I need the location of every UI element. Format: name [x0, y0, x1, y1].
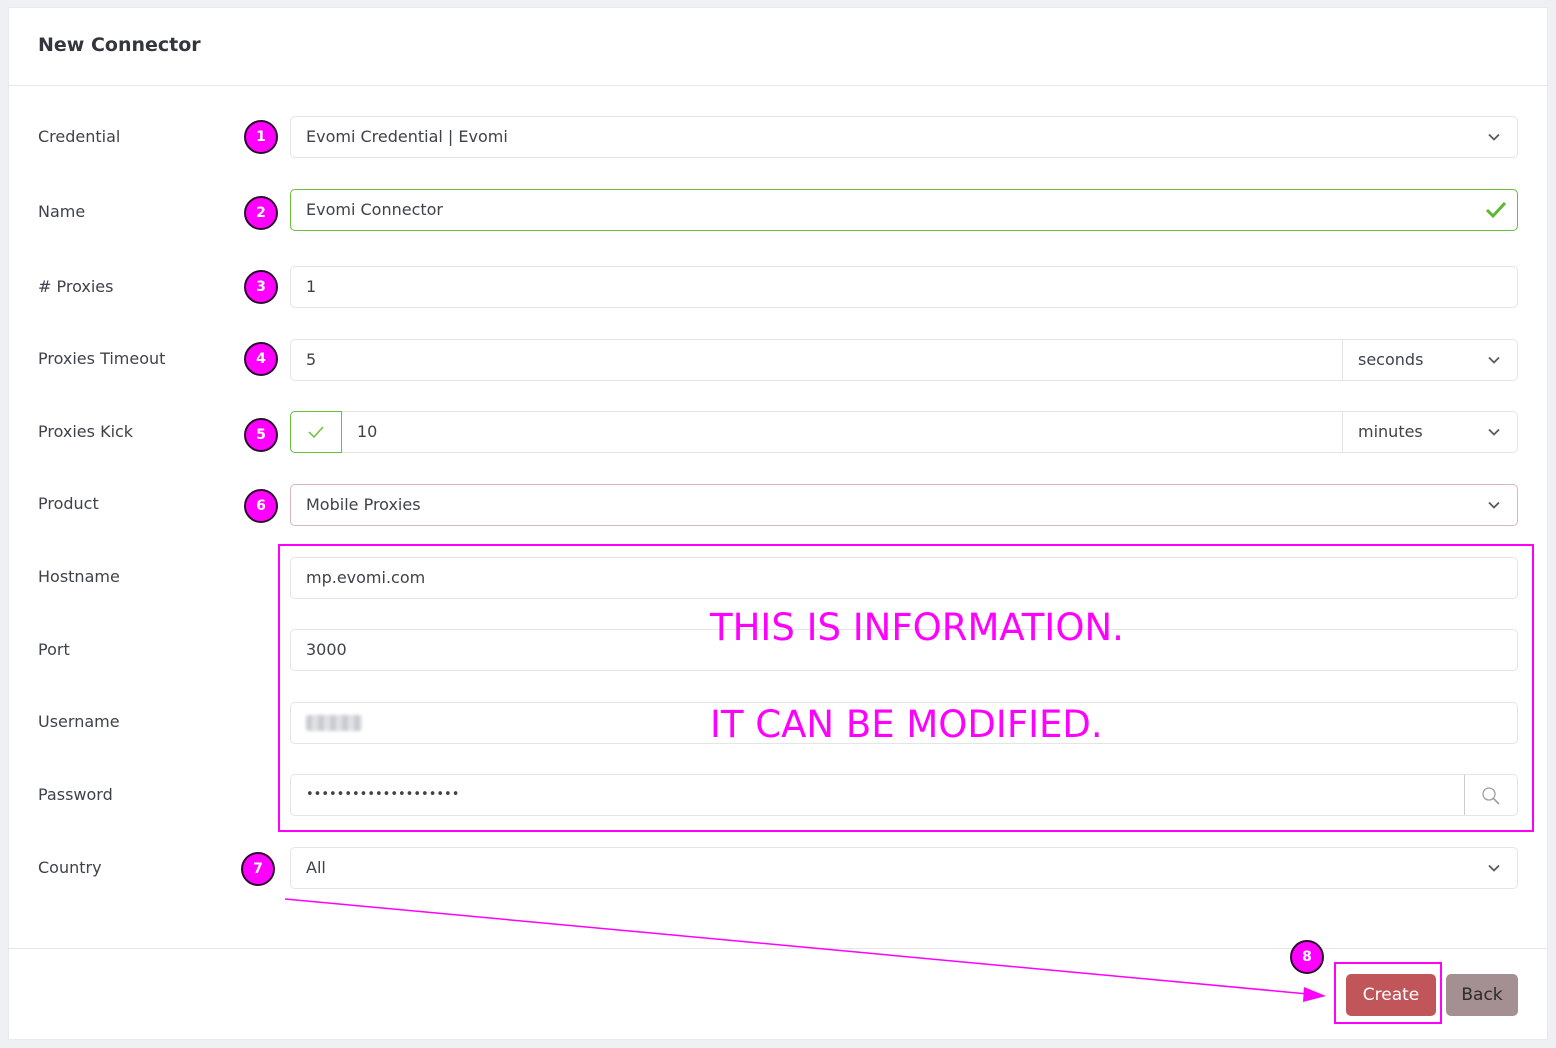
country-select[interactable]: All	[290, 847, 1518, 889]
editable-info-annotation-box	[278, 544, 1534, 832]
chevron-down-icon	[1488, 133, 1500, 141]
page-title: New Connector	[38, 34, 201, 56]
timeout-label: Proxies Timeout	[38, 349, 166, 368]
credential-select[interactable]: Evomi Credential | Evomi	[290, 116, 1518, 158]
kick-input-group: 10 minutes	[290, 411, 1518, 453]
timeout-unit-value: seconds	[1358, 350, 1424, 369]
proxies-label: # Proxies	[38, 277, 114, 296]
annotation-note-1: THIS IS INFORMATION.	[710, 606, 1124, 649]
header-divider	[8, 85, 1548, 86]
step-badge-6: 6	[244, 489, 278, 523]
timeout-input[interactable]: 5 seconds	[290, 339, 1518, 381]
kick-unit-value: minutes	[1358, 422, 1423, 441]
back-button[interactable]: Back	[1446, 974, 1518, 1016]
chevron-down-icon	[1488, 356, 1500, 364]
step-badge-8: 8	[1290, 940, 1324, 974]
product-select[interactable]: Mobile Proxies	[290, 484, 1518, 526]
kick-label: Proxies Kick	[38, 422, 134, 441]
step-badge-5: 5	[244, 418, 278, 452]
check-icon	[308, 426, 324, 438]
create-button[interactable]: Create	[1346, 974, 1436, 1016]
timeout-value: 5	[306, 350, 317, 369]
proxies-input[interactable]: 1	[290, 266, 1518, 308]
timeout-unit-select[interactable]: seconds	[1342, 340, 1517, 380]
step-badge-4: 4	[244, 342, 278, 376]
step-badge-7: 7	[241, 852, 275, 886]
kick-toggle[interactable]	[290, 411, 342, 453]
credential-value: Evomi Credential | Evomi	[306, 127, 508, 146]
step-badge-3: 3	[244, 270, 278, 304]
username-label: Username	[38, 712, 120, 731]
step-badge-2: 2	[244, 196, 278, 230]
country-value: All	[306, 858, 326, 877]
product-label: Product	[38, 494, 99, 513]
password-label: Password	[38, 785, 113, 804]
credential-label: Credential	[38, 127, 121, 146]
product-value: Mobile Proxies	[306, 495, 421, 514]
hostname-label: Hostname	[38, 567, 120, 586]
name-input[interactable]: Evomi Connector	[290, 189, 1518, 231]
name-label: Name	[38, 202, 86, 221]
chevron-down-icon	[1488, 864, 1500, 872]
check-icon	[1485, 201, 1507, 219]
name-value: Evomi Connector	[306, 200, 444, 219]
annotation-note-2: IT CAN BE MODIFIED.	[710, 703, 1103, 746]
chevron-down-icon	[1488, 428, 1500, 436]
kick-value[interactable]: 10	[357, 412, 377, 452]
proxies-value: 1	[306, 277, 317, 296]
country-label: Country	[38, 858, 102, 877]
port-label: Port	[38, 640, 70, 659]
step-badge-1: 1	[244, 120, 278, 154]
kick-unit-select[interactable]: minutes	[1342, 412, 1517, 452]
chevron-down-icon	[1488, 501, 1500, 509]
